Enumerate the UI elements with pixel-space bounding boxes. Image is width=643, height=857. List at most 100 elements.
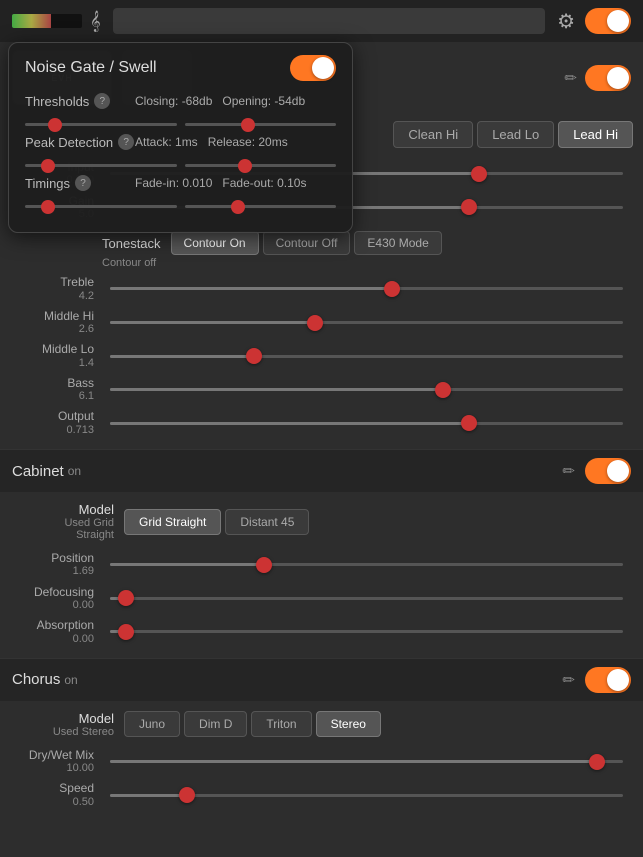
cabinet-edit-icon[interactable]: ✏ <box>562 462 575 480</box>
slider-track-drywet[interactable] <box>110 760 623 763</box>
chorus-section-header: Chorus on ✏ <box>0 658 643 701</box>
slider-label-drywet: Dry/Wet Mix 10.00 <box>12 748 102 776</box>
slider-row-bass: Bass 6.1 <box>12 376 631 404</box>
chorus-toggle[interactable] <box>585 667 631 693</box>
slider-row-absorption: Absorption 0.00 <box>12 618 631 646</box>
slider-track-bass[interactable] <box>110 388 623 391</box>
tonestack-label: Tonestack <box>102 236 161 251</box>
slider-track-middlelo[interactable] <box>110 355 623 358</box>
attack-track[interactable] <box>25 164 177 167</box>
top-bar: 𝄞 ⚙ <box>0 0 643 42</box>
chorus-edit-icon[interactable]: ✏ <box>562 671 575 689</box>
top-bar-left: 𝄞 <box>12 11 101 32</box>
overlay-thresholds-row: Thresholds ? Closing: -68db Opening: -54… <box>25 93 336 109</box>
chorus-on-label: on <box>64 673 77 687</box>
slider-label-output: Output 0.713 <box>12 409 102 437</box>
cabinet-model-btn-distant45[interactable]: Distant 45 <box>225 509 309 535</box>
cabinet-model-btn-grid-straight[interactable]: Grid Straight <box>124 509 221 535</box>
amp-edit-icon[interactable]: ✏ <box>564 69 577 87</box>
chorus-model-buttons: Juno Dim D Triton Stereo <box>124 711 381 737</box>
cabinet-model-label-col: Model Used Grid Straight <box>24 502 114 541</box>
slider-label-middlehi: Middle Hi 2.6 <box>12 309 102 337</box>
thresholds-opening-track[interactable] <box>185 123 337 126</box>
overlay-peakdetection-row: Peak Detection ? Attack: 1ms Release: 20… <box>25 134 336 150</box>
top-bar-right: ⚙ <box>557 8 631 34</box>
tonestack-btn-contour-on[interactable]: Contour On <box>171 231 259 255</box>
slider-label-position: Position 1.69 <box>12 551 102 579</box>
thresholds-values: Closing: -68db Opening: -54db <box>135 94 305 108</box>
level-meter <box>12 14 82 28</box>
cabinet-model-label: Model <box>24 502 114 517</box>
overlay-timings-label: Timings ? <box>25 175 135 191</box>
gear-icon[interactable]: ⚙ <box>557 9 575 34</box>
main-power-toggle[interactable] <box>585 8 631 34</box>
slider-track-defocusing[interactable] <box>110 597 623 600</box>
chorus-model-row: Model Used Stereo Juno Dim D Triton Ster… <box>12 707 631 742</box>
fadeout-track[interactable] <box>185 205 337 208</box>
slider-track-absorption[interactable] <box>110 630 623 633</box>
fadein-track[interactable] <box>25 205 177 208</box>
noise-gate-overlay: Noise Gate / Swell Thresholds ? Closing:… <box>8 42 353 233</box>
slider-track-position[interactable] <box>110 563 623 566</box>
overlay-peakdetection-label: Peak Detection ? <box>25 134 135 150</box>
cabinet-title: Cabinet <box>12 463 64 480</box>
cabinet-section: Model Used Grid Straight Grid Straight D… <box>0 492 643 658</box>
slider-row-middlehi: Middle Hi 2.6 <box>12 309 631 337</box>
cabinet-model-row: Model Used Grid Straight Grid Straight D… <box>12 498 631 545</box>
preset-bar <box>113 8 545 34</box>
slider-track-treble[interactable] <box>110 287 623 290</box>
chorus-model-label-col: Model Used Stereo <box>24 711 114 738</box>
overlay-title: Noise Gate / Swell <box>25 59 157 77</box>
slider-row-speed: Speed 0.50 <box>12 781 631 809</box>
cabinet-model-used: Used Grid Straight <box>24 517 114 541</box>
cabinet-model-buttons: Grid Straight Distant 45 <box>124 509 309 535</box>
overlay-thresholds-label: Thresholds ? <box>25 93 135 109</box>
tuner-icon[interactable]: 𝄞 <box>90 11 101 32</box>
slider-track-speed[interactable] <box>110 794 623 797</box>
thresholds-help[interactable]: ? <box>94 93 110 109</box>
chorus-model-label: Model <box>24 711 114 726</box>
chorus-model-btn-stereo[interactable]: Stereo <box>316 711 381 737</box>
channel-clean-hi[interactable]: Clean Hi <box>393 121 473 148</box>
slider-row-treble: Treble 4.2 <box>12 275 631 303</box>
cabinet-header-right: ✏ <box>562 458 631 484</box>
cabinet-on-label: on <box>68 464 81 478</box>
level-meter-fill <box>12 14 51 28</box>
slider-row-defocusing: Defocusing 0.00 <box>12 585 631 613</box>
timings-values: Fade-in: 0.010 Fade-out: 0.10s <box>135 176 306 190</box>
noise-gate-toggle[interactable] <box>290 55 336 81</box>
thresholds-closing-track[interactable] <box>25 123 177 126</box>
amp-controls-right: ✏ <box>564 65 631 91</box>
slider-label-absorption: Absorption 0.00 <box>12 618 102 646</box>
chorus-header-right: ✏ <box>562 667 631 693</box>
timings-help[interactable]: ? <box>75 175 91 191</box>
chorus-model-btn-dimd[interactable]: Dim D <box>184 711 247 737</box>
slider-track-middlehi[interactable] <box>110 321 623 324</box>
tonestack-btn-e430[interactable]: E430 Mode <box>354 231 441 255</box>
slider-row-middlelo: Middle Lo 1.4 <box>12 342 631 370</box>
slider-label-treble: Treble 4.2 <box>12 275 102 303</box>
slider-row-output: Output 0.713 <box>12 409 631 437</box>
amp-toggle[interactable] <box>585 65 631 91</box>
channel-lead-hi[interactable]: Lead Hi <box>558 121 633 148</box>
chorus-model-btn-triton[interactable]: Triton <box>251 711 311 737</box>
overlay-timings-sliders <box>25 199 336 208</box>
overlay-title-row: Noise Gate / Swell <box>25 55 336 81</box>
cabinet-toggle[interactable] <box>585 458 631 484</box>
release-track[interactable] <box>185 164 337 167</box>
channel-lead-lo[interactable]: Lead Lo <box>477 121 554 148</box>
tonestack-btn-contour-off[interactable]: Contour Off <box>263 231 351 255</box>
slider-label-middlelo: Middle Lo 1.4 <box>12 342 102 370</box>
chorus-section: Model Used Stereo Juno Dim D Triton Ster… <box>0 701 643 821</box>
chorus-model-btn-juno[interactable]: Juno <box>124 711 180 737</box>
peakdetection-values: Attack: 1ms Release: 20ms <box>135 135 288 149</box>
overlay-timings-row: Timings ? Fade-in: 0.010 Fade-out: 0.10s <box>25 175 336 191</box>
overlay-peak-sliders <box>25 158 336 167</box>
tonestack-sub: Contour off <box>102 257 631 269</box>
peak-detection-help[interactable]: ? <box>118 134 134 150</box>
overlay-thresholds-sliders <box>25 117 336 126</box>
slider-label-speed: Speed 0.50 <box>12 781 102 809</box>
top-bar-center <box>113 8 545 34</box>
slider-row-drywet: Dry/Wet Mix 10.00 <box>12 748 631 776</box>
slider-track-output[interactable] <box>110 422 623 425</box>
